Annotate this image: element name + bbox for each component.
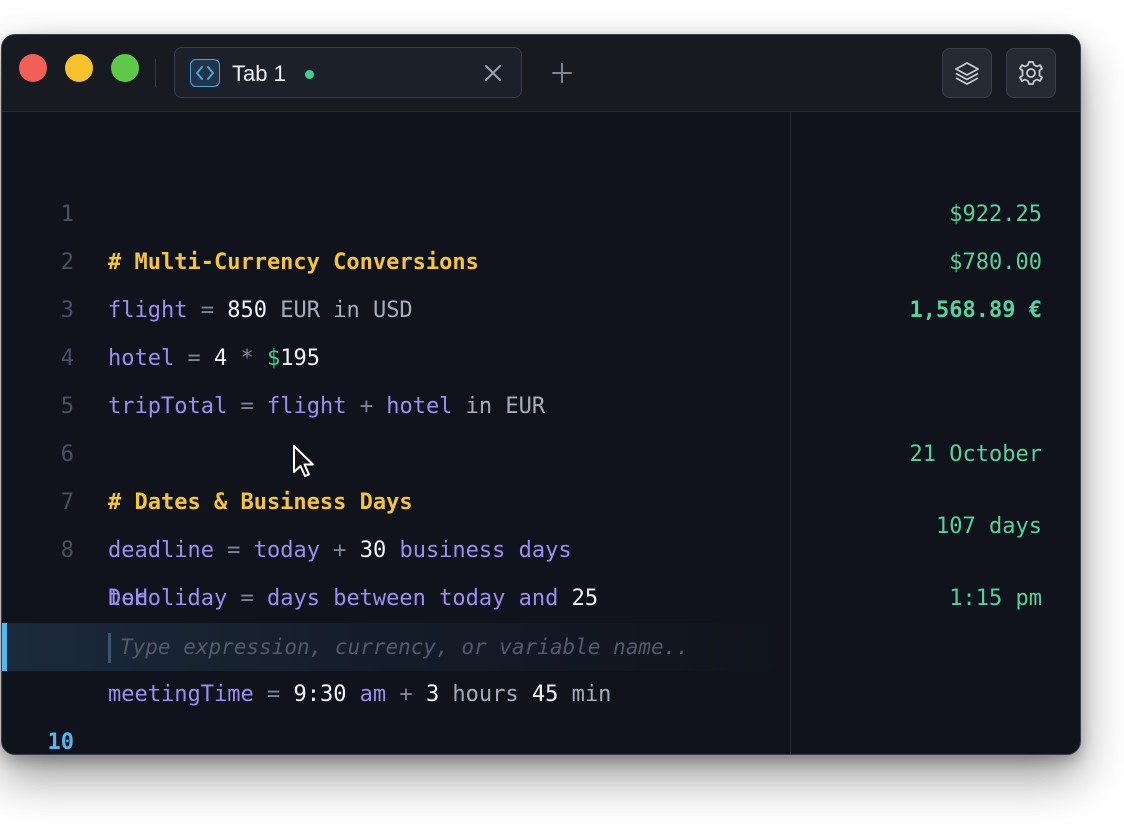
number: 3 <box>425 682 440 707</box>
code-line: 2 flight = 850 EUR in USD <box>2 191 790 323</box>
result-value: 107 days <box>936 514 1042 539</box>
zoom-window-button[interactable] <box>111 54 139 82</box>
code-line: 4 tripTotal = flight + hotel in EUR <box>2 287 790 419</box>
close-tab-icon[interactable] <box>483 63 503 83</box>
number: 45 <box>531 682 559 707</box>
layers-button[interactable] <box>942 48 992 98</box>
titlebar-divider <box>155 59 156 87</box>
gear-icon <box>1019 61 1043 85</box>
operator: + <box>386 682 426 707</box>
plus-icon <box>552 63 572 83</box>
expression-input[interactable] <box>120 623 790 671</box>
result-value: $780.00 <box>949 250 1042 275</box>
tab-label: Tab 1 <box>232 61 286 86</box>
number: 9:30 <box>293 682 347 707</box>
unit: hours <box>439 682 532 707</box>
results-pane: $922.25 $780.00 1,568.89 € 21 October 10… <box>790 112 1080 754</box>
result-value: $922.25 <box>949 202 1042 227</box>
layers-icon <box>955 62 979 85</box>
minimize-window-button[interactable] <box>65 54 93 82</box>
operator: = <box>253 682 294 707</box>
editor-pane[interactable]: 1 # Multi-Currency Conversions 2 flight … <box>2 112 790 754</box>
code-line: 9 meetingTime = 9:30 am + 3 hours 45 min <box>2 575 790 707</box>
code-line: 5 <box>2 335 790 419</box>
title-bar: Tab 1 <box>2 35 1080 112</box>
text-caret <box>108 633 111 663</box>
add-tab-button[interactable] <box>550 61 574 85</box>
app-window: Tab 1 1 # Multi-Currency Conversions 2 f… <box>1 34 1081 755</box>
code-brackets-icon <box>190 59 220 87</box>
active-line-marker <box>2 623 7 671</box>
code-line: 7 deadline = today + 30 business days <box>2 431 790 563</box>
result-value: 21 October <box>909 442 1042 467</box>
result-total: 1,568.89 € <box>909 298 1042 323</box>
unit: min <box>558 682 612 707</box>
code-line: 8 toHoliday = days between today and 25 <box>2 479 790 611</box>
code-line: 6 # Dates & Business Days <box>2 383 790 515</box>
close-window-button[interactable] <box>19 54 47 82</box>
settings-button[interactable] <box>1006 48 1056 98</box>
code-line-wrap: Dec <box>2 527 790 611</box>
keyword: am <box>346 682 387 707</box>
tab-1[interactable]: Tab 1 <box>174 47 522 98</box>
unsaved-indicator <box>305 70 314 79</box>
code-line: 1 # Multi-Currency Conversions <box>2 143 790 275</box>
line-number: 10 <box>47 730 75 755</box>
result-value: 1:15 pm <box>949 586 1042 611</box>
variable-name: meetingTime <box>108 682 254 707</box>
active-line[interactable]: 10 <box>2 623 790 754</box>
code-line: 3 hotel = 4 * $195 <box>2 239 790 371</box>
expression: meetingTime = 9:30 am + 3 hours 45 min <box>108 671 611 719</box>
